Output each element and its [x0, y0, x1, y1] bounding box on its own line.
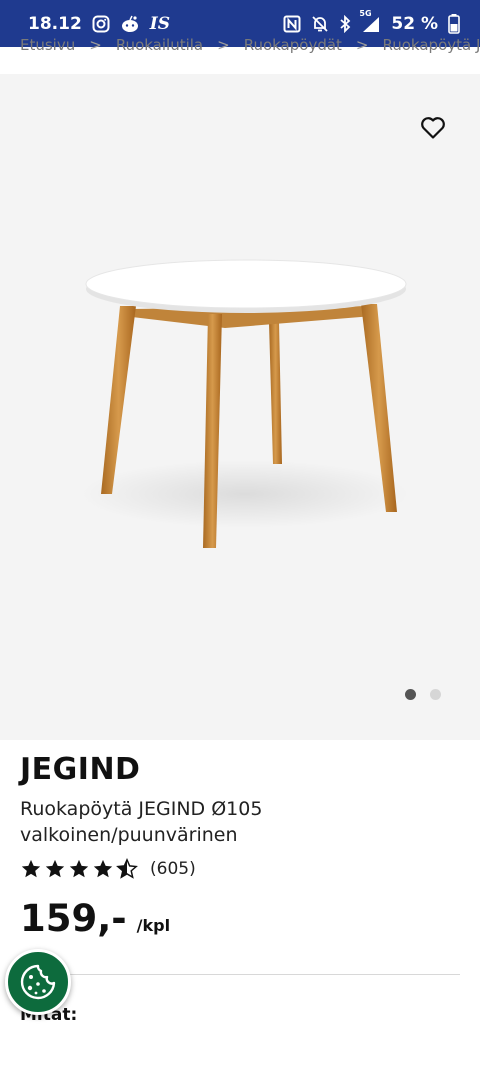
product-image-gallery[interactable]: [0, 74, 480, 740]
product-description: Ruokapöytä JEGIND Ø105 valkoinen/puunvär…: [20, 798, 263, 846]
gallery-pagination: [405, 689, 441, 700]
breadcrumb-item-tables[interactable]: Ruokapöydät: [244, 36, 342, 60]
status-bar-left: 18.12 IS: [28, 14, 170, 34]
section-divider: [20, 974, 460, 975]
star-icon: [45, 859, 65, 878]
rating-count: (605): [150, 859, 196, 879]
star-icon: [93, 859, 113, 878]
product-price: 159,-: [20, 897, 127, 940]
rating-stars: [20, 858, 138, 880]
instagram-icon: [92, 15, 110, 33]
network-type: 5G: [359, 8, 372, 18]
gallery-dot-active[interactable]: [405, 689, 416, 700]
clock: 18.12: [28, 13, 82, 34]
battery-icon: [448, 13, 460, 34]
price-unit: /kpl: [136, 916, 171, 935]
price-row: 159,- /kpl: [20, 897, 170, 940]
breadcrumb-item-dining[interactable]: Ruokailutila: [116, 36, 203, 60]
reddit-icon: [120, 15, 140, 33]
breadcrumb-separator: >: [217, 36, 230, 54]
cookie-settings-button[interactable]: [5, 949, 71, 1015]
mute-icon: [311, 15, 329, 33]
gallery-dot[interactable]: [430, 689, 441, 700]
signal-icon: 5G: [359, 9, 381, 33]
status-bar-right: 5G 52 %: [283, 9, 460, 34]
product-brand: JEGIND: [20, 752, 141, 787]
breadcrumb-separator: >: [89, 36, 102, 54]
star-icon: [69, 859, 89, 878]
is-app-icon: IS: [149, 13, 171, 34]
breadcrumb: Etusivu > Ruokailutila > Ruokapöydät > R…: [20, 36, 480, 60]
product-rating[interactable]: (605): [20, 858, 196, 880]
favorite-button[interactable]: [418, 113, 448, 143]
battery-percent: 52 %: [391, 13, 438, 34]
nfc-icon: [283, 15, 301, 33]
star-icon: [21, 859, 41, 878]
breadcrumb-separator: >: [355, 36, 369, 54]
star-half-icon: [116, 858, 138, 879]
bluetooth-icon: [339, 14, 351, 33]
product-image: [80, 259, 410, 548]
breadcrumb-item-home[interactable]: Etusivu: [20, 36, 75, 60]
heart-icon: [421, 117, 445, 139]
breadcrumb-item-current: Ruokapöytä JEG: [382, 36, 480, 54]
cookie-icon: [20, 964, 56, 1000]
